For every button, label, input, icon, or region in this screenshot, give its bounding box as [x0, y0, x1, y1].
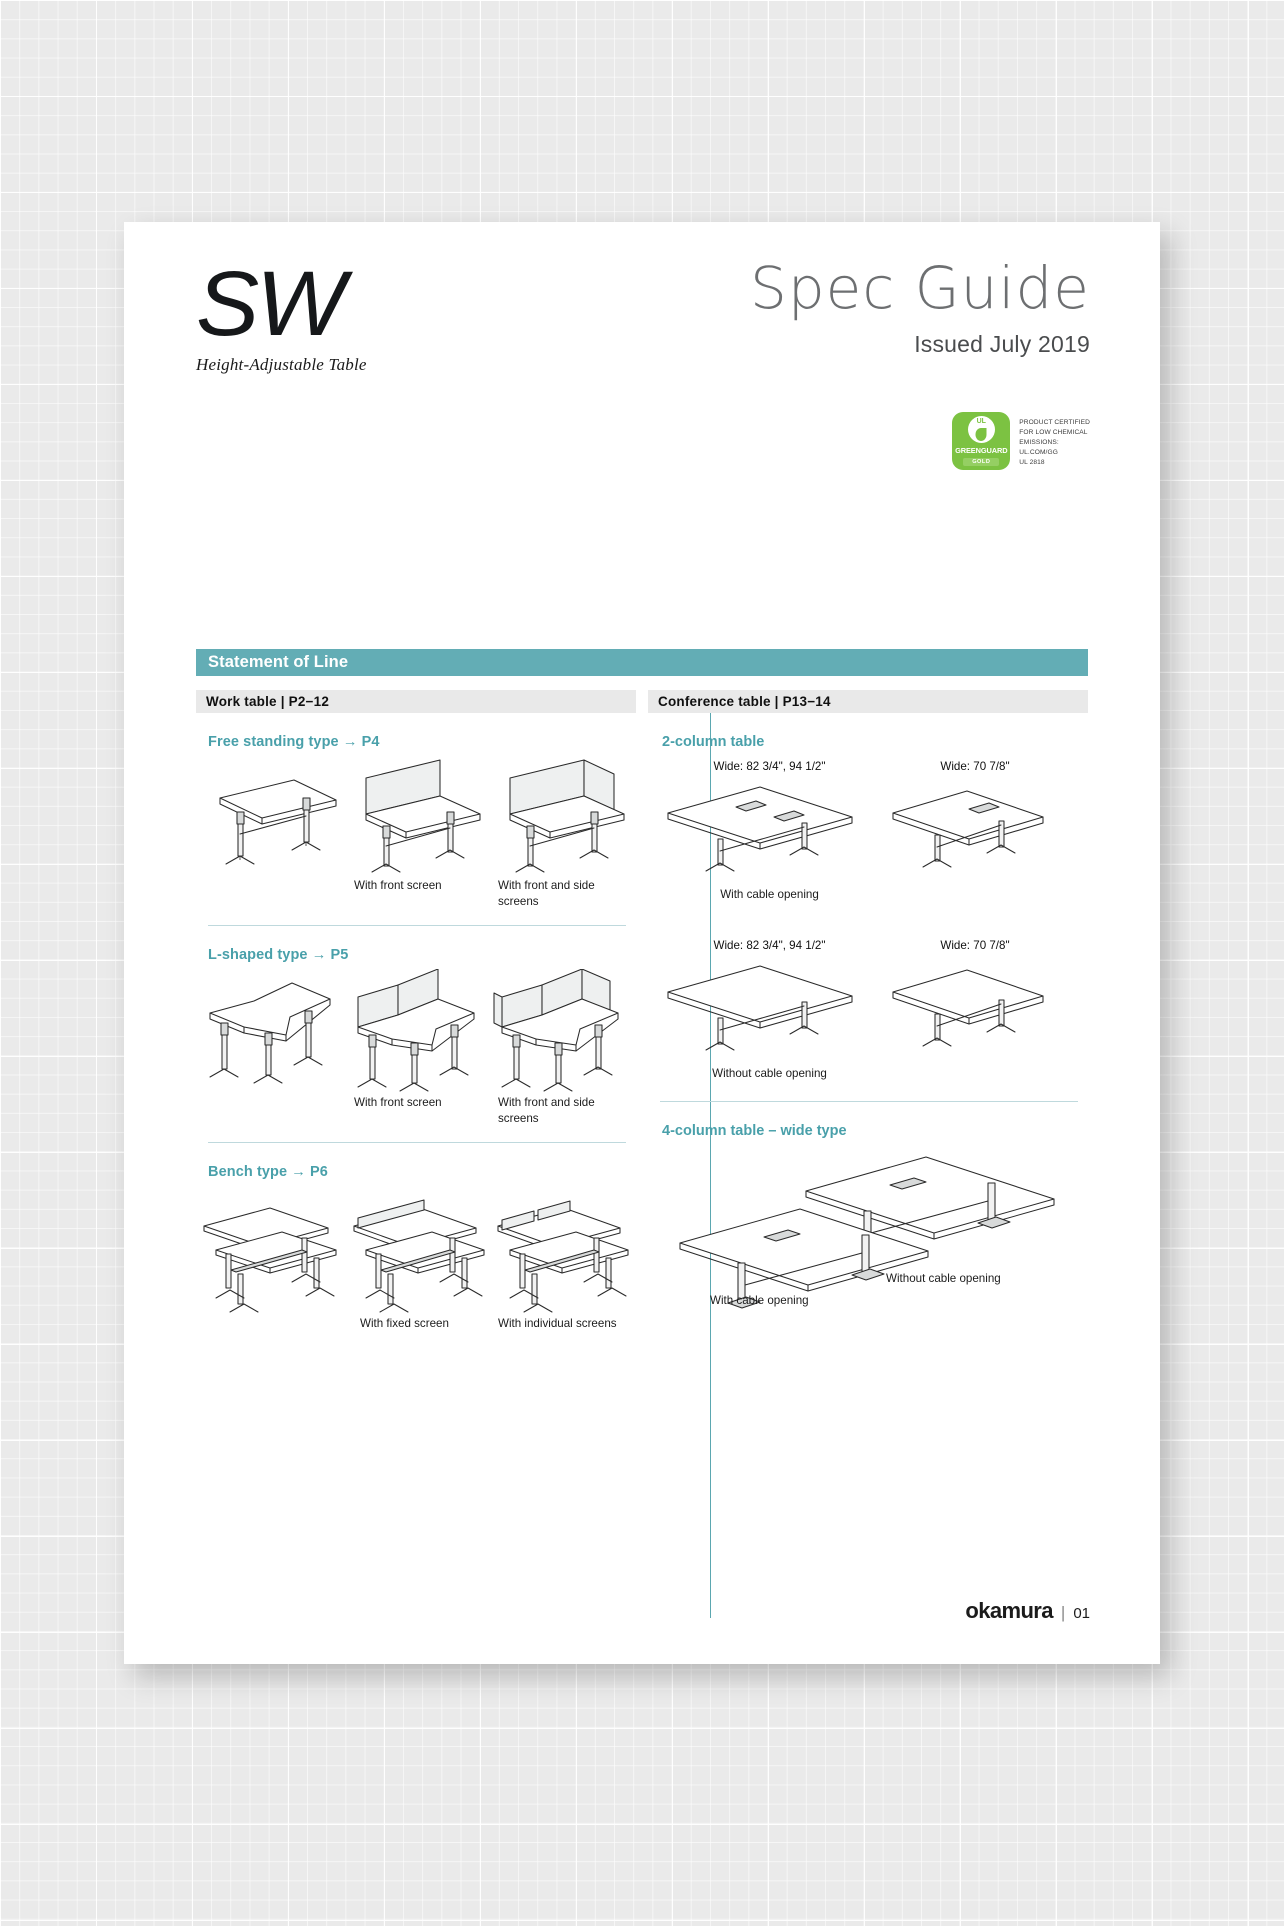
- page-footer: okamura | 01: [965, 1598, 1090, 1624]
- illustration-l-shaped-front-screen: [348, 969, 492, 1095]
- logo-subtitle: Height-Adjustable Table: [196, 354, 367, 374]
- dim-2col-wide-a: Wide: 82 3/4", 94 1/2": [713, 760, 826, 773]
- greenguard-level: GOLD: [963, 458, 1000, 466]
- caption-2column-with-cable-opening: With cable opening: [720, 888, 819, 901]
- statement-of-line-label: Statement of Line: [208, 653, 349, 671]
- conference-table-header: Conference table | P13−14: [648, 690, 1088, 713]
- issue-date: Issued July 2019: [914, 330, 1090, 357]
- greenguard-certification-badge: UL GREENGUARD GOLD PRODUCT CERTIFIED FOR…: [952, 412, 1090, 470]
- dim-2col-wide-b: Wide: 70 7/8": [940, 760, 1010, 773]
- illustration-bench-plain: [196, 1186, 348, 1316]
- illustration-free-standing-plain: [196, 756, 348, 878]
- okamura-brand-logo: okamura: [965, 1598, 1053, 1623]
- conference-table-column: Conference table | P13−14 2-column table…: [648, 690, 1088, 1332]
- illustration-2column-nocable-narrow: [877, 952, 1073, 1064]
- caption-free-standing-front-screen: With front screen: [354, 879, 442, 892]
- caption-2column-without-cable-opening: Without cable opening: [712, 1066, 827, 1080]
- document-page: SW Height-Adjustable Table Spec Guide Is…: [124, 222, 1160, 1664]
- illustration-bench-fixed-screen: [348, 1186, 492, 1316]
- caption-4column-with-cable-opening: With cable opening: [710, 1294, 809, 1308]
- greenguard-mark: UL GREENGUARD GOLD: [952, 412, 1011, 470]
- group-divider-3: [660, 1101, 1078, 1103]
- work-table-column: Work table | P2−12 Free standing type → …: [196, 690, 636, 1332]
- caption-l-shaped-front-screen: With front screen: [354, 1096, 442, 1110]
- illustration-free-standing-front-side-screens: [492, 756, 636, 878]
- illustration-4column-wide: With cable opening Without cable opening: [648, 1143, 1088, 1313]
- illustration-2column-cable-narrow: [877, 773, 1073, 885]
- document-title-block: Spec Guide Issued July 2019: [750, 258, 1090, 358]
- group-title-l-shaped[interactable]: L-shaped type → P5: [208, 947, 636, 963]
- dim-2col-nocable-wide-a: Wide: 82 3/4", 94 1/2": [713, 938, 826, 952]
- group-title-free-standing[interactable]: Free standing type → P4: [208, 734, 636, 750]
- group-title-4-column-wide[interactable]: 4-column table – wide type: [662, 1123, 1088, 1139]
- caption-bench-fixed-screen: With fixed screen: [360, 1317, 449, 1331]
- greenguard-name: GREENGUARD: [955, 446, 1008, 455]
- illustration-l-shaped-plain: [196, 969, 348, 1095]
- caption-4column-without-cable-opening: Without cable opening: [886, 1272, 1001, 1286]
- caption-l-shaped-front-side-screens: With front and side screens: [498, 1096, 595, 1125]
- illustration-2column-cable-wide: [662, 773, 877, 885]
- illustration-l-shaped-front-side-screens: [492, 969, 636, 1095]
- ul-label: UL: [976, 418, 986, 425]
- illustration-bench-individual-screens: [492, 1186, 636, 1316]
- illustration-2column-nocable-wide: [662, 952, 877, 1064]
- certification-description: PRODUCT CERTIFIED FOR LOW CHEMICAL EMISS…: [1019, 419, 1090, 466]
- page-number: 01: [1073, 1605, 1090, 1622]
- statement-of-line-banner: Statement of Line: [196, 649, 1088, 676]
- caption-free-standing-front-side-screens: With front and side screens: [498, 879, 595, 908]
- logo-wordmark: SW: [196, 253, 346, 355]
- group-title-bench[interactable]: Bench type → P6: [208, 1164, 636, 1180]
- group-title-2-column-table[interactable]: 2-column table: [662, 734, 1088, 750]
- product-logo: SW Height-Adjustable Table: [196, 258, 367, 375]
- leaf-icon: [975, 428, 987, 441]
- group-divider-2: [208, 1142, 626, 1144]
- caption-bench-individual-screens: With individual screens: [498, 1317, 617, 1331]
- work-table-header: Work table | P2−12: [196, 690, 636, 713]
- footer-separator: |: [1060, 1603, 1066, 1622]
- illustration-free-standing-front-screen: [348, 756, 492, 878]
- dim-2col-nocable-wide-b: Wide: 70 7/8": [940, 938, 1010, 952]
- ul-leaf-icon: UL: [967, 416, 995, 443]
- group-divider-1: [208, 925, 626, 927]
- page-title: Spec Guide: [750, 254, 1090, 322]
